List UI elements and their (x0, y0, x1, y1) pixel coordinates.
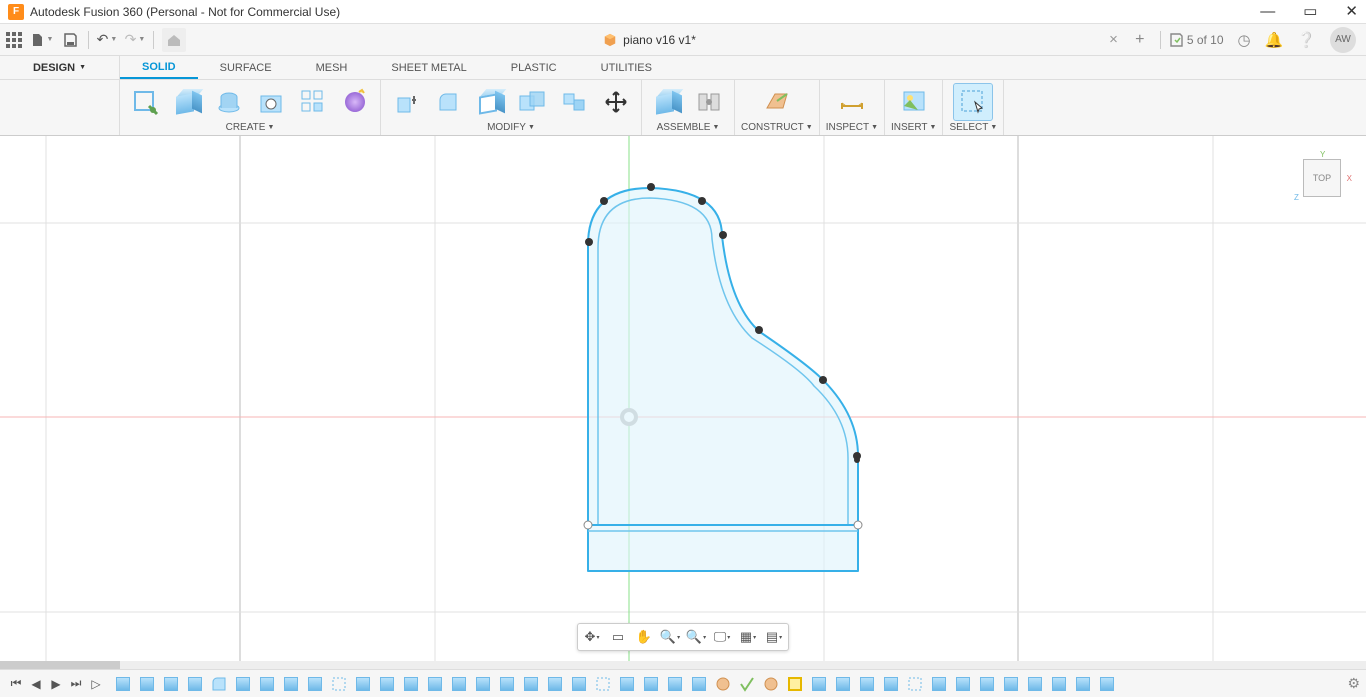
job-status-icon[interactable]: ◷ (1238, 31, 1251, 49)
create-sketch-tool[interactable] (126, 84, 164, 120)
ribbon-group-select: SELECT▼ (943, 80, 1004, 135)
ribbon-group-modify: MODIFY▼ (381, 80, 642, 135)
ribbon-group-assemble: ASSEMBLE▼ (642, 80, 735, 135)
ribbon-group-label-inspect[interactable]: INSPECT▼ (826, 122, 878, 133)
maximize-button[interactable]: ▭ (1303, 4, 1317, 19)
timeline-current-step[interactable] (784, 673, 806, 695)
timeline-next-button[interactable]: ▶ (46, 674, 66, 694)
minimize-button[interactable]: — (1260, 4, 1275, 19)
ribbon-tab-surface[interactable]: SURFACE (198, 56, 294, 79)
ribbon-group-label-modify[interactable]: MODIFY▼ (487, 122, 535, 133)
browser-scrollbar[interactable] (0, 661, 1366, 669)
close-button[interactable]: ✕ (1345, 4, 1358, 19)
ribbon-group-label-construct[interactable]: CONSTRUCT▼ (741, 122, 813, 133)
timeline-play-button[interactable]: ▷ (86, 674, 106, 694)
navigation-bar: ✥▾ ▭ ✋ 🔍▾ 🔍▾ 🖵▾ ▦▾ ▤▾ (577, 623, 789, 651)
ribbon-group-label-insert[interactable]: INSERT▼ (891, 122, 936, 133)
ribbon-group-label-select[interactable]: SELECT▼ (949, 122, 997, 133)
fillet-tool[interactable] (429, 84, 467, 120)
view-cube[interactable]: TOP Y X Z (1292, 148, 1352, 208)
quick-access-bar: ▼ ↶▼ ↷▼ piano v16 v1* × + 5 of 10 ◷ 🔔 ❔ … (0, 24, 1366, 56)
measure-tool[interactable] (833, 84, 871, 120)
shell-tool[interactable] (471, 84, 509, 120)
document-tab[interactable]: piano v16 v1* (589, 26, 710, 54)
ribbon-group-create: CREATE▼ (120, 80, 381, 135)
hole-tool[interactable] (252, 84, 290, 120)
press-pull-tool[interactable] (387, 84, 425, 120)
title-bar: F Autodesk Fusion 360 (Personal - Not fo… (0, 0, 1366, 24)
sketch-piano-keys-rect[interactable] (588, 525, 858, 571)
ribbon-group-label-create[interactable]: CREATE▼ (226, 122, 275, 133)
save-button[interactable] (56, 26, 84, 54)
fit-button[interactable]: 🔍▾ (684, 626, 708, 648)
document-cube-icon (603, 33, 617, 47)
recovery-save-indicator[interactable]: 5 of 10 (1169, 33, 1224, 47)
user-avatar[interactable]: AW (1330, 27, 1356, 53)
timeline-settings-button[interactable]: ⚙ (1347, 675, 1360, 692)
extrude-tool[interactable] (168, 84, 206, 120)
close-tab-button[interactable]: × (1109, 31, 1118, 48)
ribbon-group-construct: CONSTRUCT▼ (735, 80, 820, 135)
app-icon: F (8, 4, 24, 20)
create-form-tool[interactable] (336, 84, 374, 120)
redo-button[interactable]: ↷▼ (121, 26, 149, 54)
pan-button[interactable]: ✋ (632, 626, 656, 648)
timeline-end-button[interactable]: ⏭ (66, 674, 86, 694)
file-menu-button[interactable]: ▼ (28, 26, 56, 54)
new-tab-button[interactable]: + (1128, 28, 1152, 52)
viewport-layout-button[interactable]: ▤▾ (762, 626, 786, 648)
viewport-canvas[interactable]: TOP Y X Z (0, 136, 1366, 661)
look-at-button[interactable]: ▭ (606, 626, 630, 648)
ribbon-toolbar: CREATE▼ MODIFY▼ ASSEMBLE▼ CONSTRUCT▼ INS… (0, 80, 1366, 136)
ribbon-tab-strip: DESIGN▼ SOLID SURFACE MESH SHEET METAL P… (0, 56, 1366, 80)
home-button[interactable] (162, 28, 186, 52)
ribbon-tab-plastic[interactable]: PLASTIC (489, 56, 579, 79)
ribbon-tab-mesh[interactable]: MESH (294, 56, 370, 79)
display-settings-button[interactable]: 🖵▾ (710, 626, 734, 648)
ribbon-group-insert: INSERT▼ (885, 80, 943, 135)
ribbon-tab-utilities[interactable]: UTILITIES (579, 56, 674, 79)
timeline-prev-button[interactable]: ◀ (26, 674, 46, 694)
ribbon-group-label-assemble[interactable]: ASSEMBLE▼ (657, 122, 720, 133)
construct-plane-tool[interactable] (758, 84, 796, 120)
help-icon[interactable]: ❔ (1297, 31, 1316, 49)
document-tab-area: piano v16 v1* (190, 24, 1109, 55)
move-tool[interactable] (597, 84, 635, 120)
data-panel-button[interactable] (0, 26, 28, 54)
new-component-tool[interactable] (648, 84, 686, 120)
orbit-button[interactable]: ✥▾ (580, 626, 604, 648)
workspace-switcher[interactable]: DESIGN▼ (0, 56, 120, 79)
ribbon-tab-solid[interactable]: SOLID (120, 56, 198, 79)
timeline-start-button[interactable]: ⏮ (6, 674, 26, 694)
notifications-icon[interactable]: 🔔 (1265, 31, 1284, 49)
combine-tool[interactable] (513, 84, 551, 120)
insert-decal-tool[interactable] (895, 84, 933, 120)
ribbon-group-inspect: INSPECT▼ (820, 80, 885, 135)
ribbon-tab-sheet-metal[interactable]: SHEET METAL (369, 56, 488, 79)
select-tool[interactable] (954, 84, 992, 120)
timeline-bar: ⏮ ◀ ▶ ⏭ ▷ ⚙ (0, 669, 1366, 697)
align-tool[interactable] (555, 84, 593, 120)
revolve-tool[interactable] (210, 84, 248, 120)
grid-settings-button[interactable]: ▦▾ (736, 626, 760, 648)
app-title: Autodesk Fusion 360 (Personal - Not for … (30, 5, 340, 19)
document-tab-label: piano v16 v1* (623, 33, 696, 47)
timeline-history[interactable] (112, 673, 1347, 695)
zoom-button[interactable]: 🔍▾ (658, 626, 682, 648)
joint-tool[interactable] (690, 84, 728, 120)
recovery-save-count: 5 of 10 (1187, 33, 1224, 47)
pattern-tool[interactable] (294, 84, 332, 120)
undo-button[interactable]: ↶▼ (93, 26, 121, 54)
